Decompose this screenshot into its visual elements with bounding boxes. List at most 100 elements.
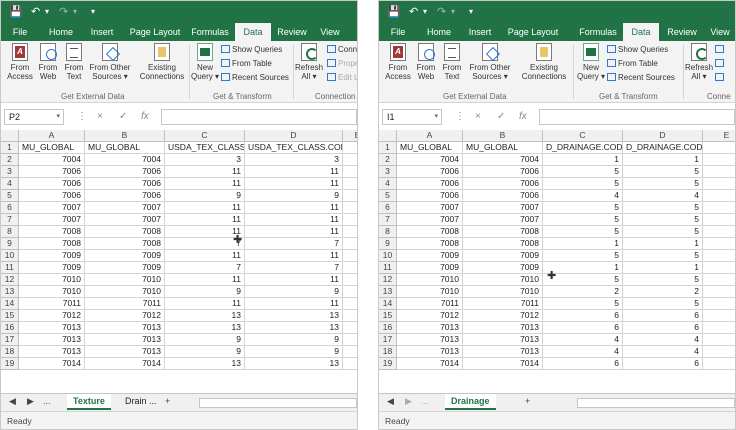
- row-header[interactable]: 13: [379, 286, 397, 298]
- grid-cell[interactable]: 7008: [85, 238, 165, 250]
- row-header[interactable]: 1: [1, 142, 19, 154]
- tab-data[interactable]: Data: [235, 23, 271, 41]
- formula-input[interactable]: [539, 109, 735, 125]
- grid-cell[interactable]: USDA_TEX_CLASS.CO: [165, 142, 245, 154]
- from-other-sources-button[interactable]: From Other Sources ▾: [87, 43, 133, 81]
- grid-cell[interactable]: [343, 322, 357, 334]
- grid-cell[interactable]: 5: [543, 202, 623, 214]
- tab-review[interactable]: Review: [273, 23, 311, 41]
- grid-cell[interactable]: 7004: [463, 154, 543, 166]
- grid-cell[interactable]: 7008: [19, 238, 85, 250]
- grid-cell[interactable]: 7009: [85, 250, 165, 262]
- grid-cell[interactable]: 6: [543, 322, 623, 334]
- grid-cell[interactable]: [343, 310, 357, 322]
- grid-cell[interactable]: [343, 154, 357, 166]
- existing-connections-button[interactable]: Existing Connections: [137, 43, 187, 81]
- grid-cell[interactable]: 7006: [397, 178, 463, 190]
- row-header[interactable]: 15: [1, 310, 19, 322]
- grid-cell[interactable]: 7006: [463, 178, 543, 190]
- row-header[interactable]: 3: [379, 166, 397, 178]
- next-sheet-icon[interactable]: ▶: [27, 396, 34, 407]
- grid-cell[interactable]: 1: [623, 262, 703, 274]
- grid-cell[interactable]: 7013: [397, 322, 463, 334]
- grid-cell[interactable]: 5: [543, 178, 623, 190]
- sheet-tab-texture[interactable]: Texture: [67, 394, 111, 410]
- grid-cell[interactable]: 11: [245, 298, 343, 310]
- grid-cell[interactable]: 7006: [463, 166, 543, 178]
- grid-cell[interactable]: 7014: [463, 358, 543, 370]
- grid-cell[interactable]: [343, 358, 357, 370]
- recent-sources-button[interactable]: Recent Sources: [221, 73, 289, 82]
- grid-cell[interactable]: 7007: [397, 202, 463, 214]
- grid-cell[interactable]: 7006: [397, 190, 463, 202]
- refresh-all-button[interactable]: Refresh All ▾: [295, 43, 323, 81]
- prev-sheet-icon[interactable]: ◀: [9, 396, 16, 407]
- tab-page-layout[interactable]: Page Layout: [125, 23, 185, 41]
- select-all-corner[interactable]: [379, 130, 397, 142]
- grid-cell[interactable]: MU_GLOBAL: [85, 142, 165, 154]
- undo-icon[interactable]: ↶: [409, 5, 418, 18]
- grid-cell[interactable]: 4: [623, 190, 703, 202]
- grid-cell[interactable]: 7007: [19, 214, 85, 226]
- connections-button[interactable]: Conne: [327, 45, 357, 54]
- grid-cell[interactable]: 11: [245, 202, 343, 214]
- grid-cell[interactable]: [343, 190, 357, 202]
- tab-page-layout[interactable]: Page Layout: [503, 23, 563, 41]
- add-sheet-icon[interactable]: +: [525, 396, 530, 406]
- grid-cell[interactable]: 7004: [85, 154, 165, 166]
- prev-sheet-icon[interactable]: ◀: [387, 396, 394, 407]
- grid-cell[interactable]: 7007: [85, 202, 165, 214]
- grid-cell[interactable]: 7012: [85, 310, 165, 322]
- grid-cell[interactable]: D_DRAINAGE.CODE: [623, 142, 703, 154]
- row-header[interactable]: 18: [1, 346, 19, 358]
- grid-cell[interactable]: [703, 178, 735, 190]
- grid-cell[interactable]: 6: [623, 322, 703, 334]
- existing-connections-button[interactable]: Existing Connections: [519, 43, 569, 81]
- row-header[interactable]: 18: [379, 346, 397, 358]
- grid-cell[interactable]: 11: [165, 178, 245, 190]
- grid-cell[interactable]: 9: [165, 334, 245, 346]
- name-box[interactable]: I1 ▾: [382, 109, 442, 125]
- grid-cell[interactable]: [703, 298, 735, 310]
- from-text-button[interactable]: From Text: [61, 43, 87, 81]
- grid-cell[interactable]: 11: [165, 166, 245, 178]
- grid-cell[interactable]: 9: [245, 334, 343, 346]
- from-access-button[interactable]: From Access: [5, 43, 35, 81]
- grid-cell[interactable]: [343, 226, 357, 238]
- horizontal-scrollbar[interactable]: [199, 398, 357, 408]
- from-web-button[interactable]: From Web: [413, 43, 439, 81]
- grid-cell[interactable]: 11: [245, 166, 343, 178]
- tab-view[interactable]: View: [315, 23, 345, 41]
- customize-qat-icon[interactable]: ▾: [91, 7, 95, 16]
- grid-cell[interactable]: [343, 346, 357, 358]
- grid-cell[interactable]: 7013: [463, 346, 543, 358]
- grid-cell[interactable]: 7006: [19, 166, 85, 178]
- grid-cell[interactable]: 13: [165, 358, 245, 370]
- name-box[interactable]: P2 ▾: [4, 109, 64, 125]
- grid-cell[interactable]: 1: [543, 238, 623, 250]
- row-header[interactable]: 5: [1, 190, 19, 202]
- grid-cell[interactable]: [343, 214, 357, 226]
- grid-cell[interactable]: [703, 358, 735, 370]
- grid-cell[interactable]: 7009: [463, 262, 543, 274]
- undo-dropdown-icon[interactable]: ▾: [423, 7, 427, 16]
- from-access-button[interactable]: From Access: [383, 43, 413, 81]
- grid-cell[interactable]: 9: [245, 346, 343, 358]
- grid-cell[interactable]: 7006: [85, 190, 165, 202]
- from-text-button[interactable]: From Text: [439, 43, 465, 81]
- grid-cell[interactable]: 7009: [19, 262, 85, 274]
- grid-cell[interactable]: 4: [543, 334, 623, 346]
- grid-cell[interactable]: [703, 142, 735, 154]
- grid-cell[interactable]: 5: [623, 298, 703, 310]
- grid-cell[interactable]: 7013: [463, 322, 543, 334]
- grid-cell[interactable]: 11: [165, 202, 245, 214]
- grid-cell[interactable]: 7013: [19, 334, 85, 346]
- refresh-all-button[interactable]: Refresh All ▾: [685, 43, 713, 81]
- formula-input[interactable]: [161, 109, 357, 125]
- save-icon[interactable]: 💾: [9, 5, 23, 18]
- row-header[interactable]: 16: [1, 322, 19, 334]
- grid-cell[interactable]: [343, 250, 357, 262]
- grid-cell[interactable]: 4: [623, 346, 703, 358]
- grid-cell[interactable]: 1: [543, 154, 623, 166]
- grid-cell[interactable]: 7007: [19, 202, 85, 214]
